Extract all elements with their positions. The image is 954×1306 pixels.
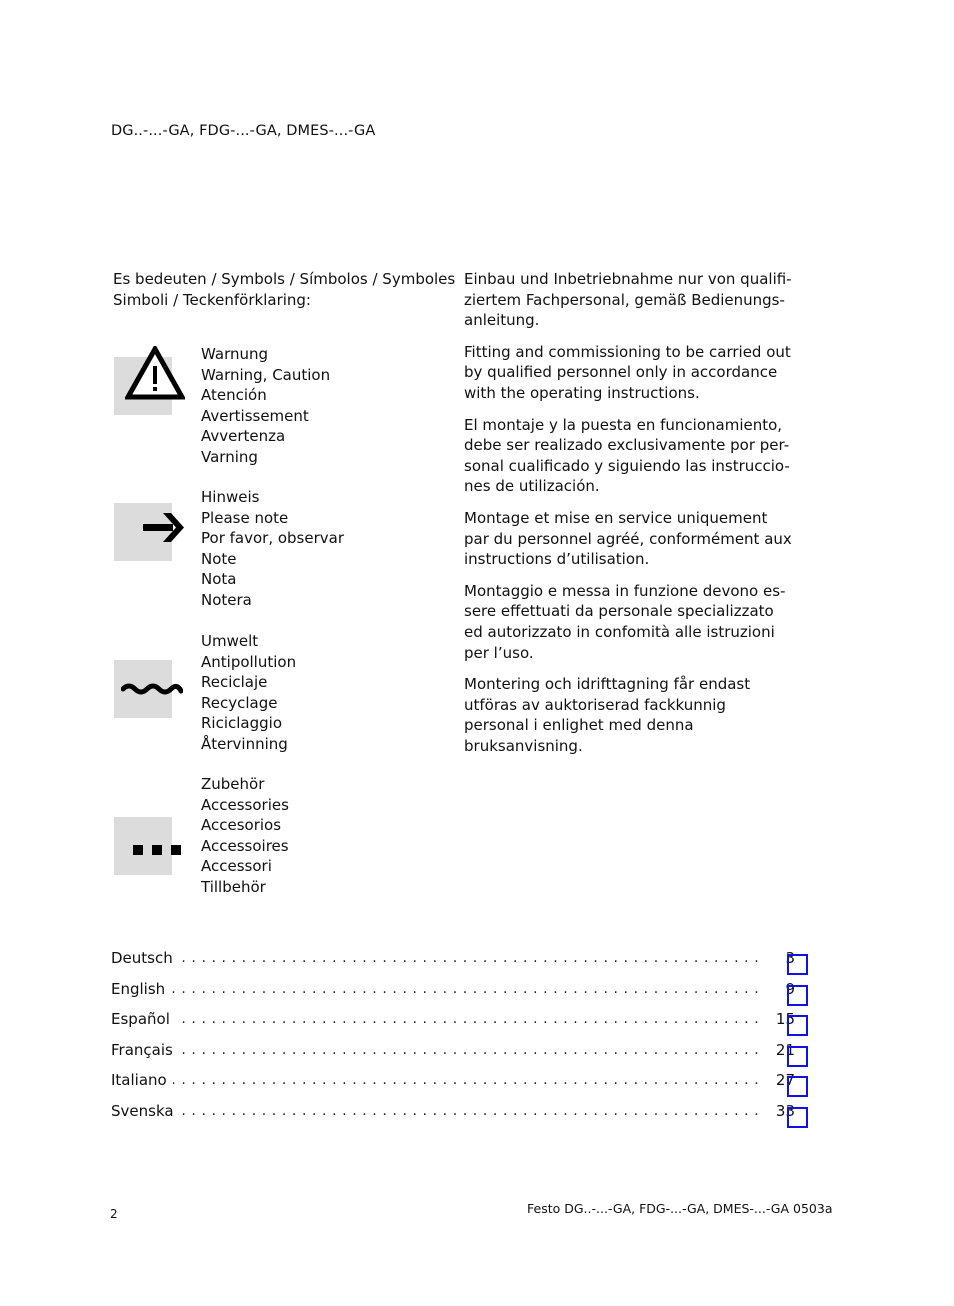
symbol-label: Note [201,549,237,568]
symbol-label: Recyclage [201,693,278,712]
toc-page-link[interactable] [787,1015,808,1037]
toc-entry-label: Svenska [111,1100,180,1121]
toc-entry-label: Español [111,1009,176,1030]
toc-leader-dots: ........................................… [111,1102,759,1119]
toc-leader-dots: ........................................… [111,950,759,966]
toc-page-link[interactable] [787,1076,808,1098]
symbol-label: Accessoires [201,836,289,855]
wave-environment-icon [121,683,183,695]
footer-document-id: Festo DG..-...-GA, FDG-...-GA, DMES-...-… [527,1201,833,1216]
toc-entry[interactable]: ........................................… [111,1070,811,1101]
symbol-label: Riciclaggio [201,714,282,733]
installation-notices: Einbau und Inbetriebnahme nur von qualif… [464,269,794,767]
table-of-contents: ........................................… [111,948,811,1132]
toc-entry-label: Deutsch [111,948,179,968]
symbol-label: Umwelt [201,632,259,650]
arrow-right-icon [143,513,184,542]
symbol-label: Hinweis [201,488,260,506]
symbol-label: Accessori [201,857,272,876]
toc-leader-dots: ........................................… [111,1011,759,1028]
toc-entry[interactable]: ........................................… [111,1009,811,1040]
symbol-label: Tillbehör [201,877,266,896]
toc-page-link[interactable] [787,954,808,975]
symbol-label: Reciclaje [201,673,268,692]
symbol-label: Warnung [201,345,269,363]
toc-entry[interactable]: ........................................… [111,1100,811,1132]
symbol-label: Antipollution [201,652,297,671]
symbol-label: Varning [201,447,258,466]
notice-english: Fitting and commissioning to be carried … [464,342,791,402]
symbol-label: Accesorios [201,816,282,835]
notice-spanish: El montaje y la puesta en funcionamiento… [464,415,790,496]
symbol-label: Por favor, observar [201,529,344,548]
symbol-label: Notera [201,590,252,609]
notice-french: Montage et mise en service uniquement pa… [464,508,792,569]
symbols-intro-line1: Es bedeuten / Symbols / Símbolos / Symbo… [113,270,456,288]
toc-leader-dots: ........................................… [111,1041,759,1058]
notice-german: Einbau und Inbetriebnahme nur von qualif… [464,270,792,330]
toc-entry-label: Italiano [111,1070,173,1091]
symbol-label: Warning, Caution [201,365,331,384]
symbol-label: Återvinning [201,734,288,753]
symbol-label: Accessories [201,795,289,814]
symbol-label: Avvertenza [201,427,286,446]
toc-entry[interactable]: ........................................… [111,948,811,979]
symbols-intro-line2: Simboli / Teckenförklaring: [113,290,311,309]
document-header-title: DG..-...-GA, FDG-...-GA, DMES-...-GA [111,123,376,139]
toc-entry[interactable]: ........................................… [111,978,811,1010]
notice-italian: Montaggio e messa in funzione devono es-… [464,581,786,662]
notice-swedish: Montering och idrifttagning får endast u… [464,675,751,755]
toc-page-link[interactable] [787,1106,808,1128]
dots-accessories-icon [133,845,181,855]
symbol-note-labels: Hinweis Please note Por favor, observar … [201,487,401,611]
toc-entry[interactable]: ........................................… [111,1039,811,1071]
toc-entry-label: Français [111,1039,179,1060]
toc-entry-label: English [111,978,172,999]
toc-leader-dots: ........................................… [111,980,759,997]
symbol-label: Nota [201,570,237,589]
toc-page-link[interactable] [787,984,808,1006]
symbol-label: Avertissement [201,406,309,425]
symbol-label: Please note [201,508,289,527]
symbol-label: Atención [201,386,267,405]
symbols-intro: Es bedeuten / Symbols / Símbolos / Symbo… [113,269,458,310]
symbol-label: Zubehör [201,775,265,793]
warning-triangle-icon [125,346,185,400]
footer-page-number: 2 [110,1207,118,1221]
symbol-environment-labels: Umwelt Antipollution Reciclaje Recyclage… [201,631,401,755]
toc-leader-dots: ........................................… [111,1072,759,1089]
symbol-accessories-labels: Zubehör Accessories Accesorios Accessoir… [201,774,401,898]
toc-page-link[interactable] [787,1045,808,1067]
symbol-warning-labels: Warnung Warning, Caution Atención Averti… [201,344,401,468]
